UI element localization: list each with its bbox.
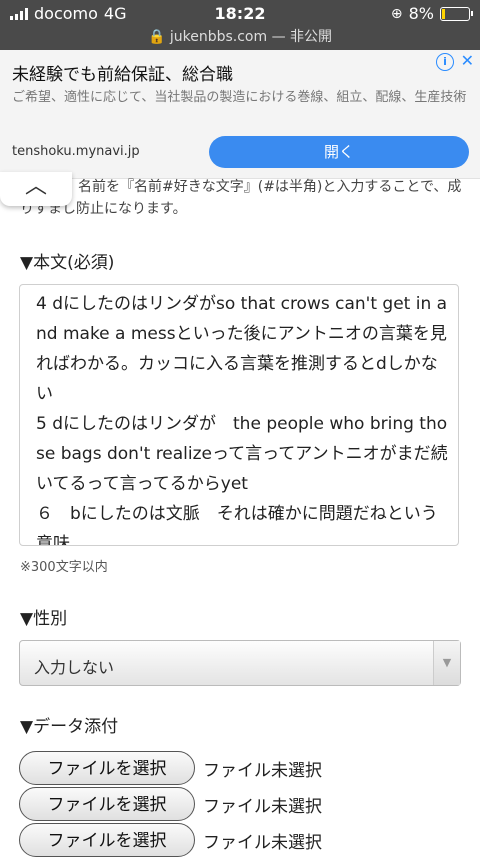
- ad-title[interactable]: 未経験でも前給保証、総合職: [12, 60, 233, 85]
- choose-file-button[interactable]: ファイルを選択: [19, 787, 195, 821]
- status-right: ⊕ 8%: [390, 4, 473, 23]
- ad-banner[interactable]: 未経験でも前給保証、総合職 i ✕ ご希望、適性に応じて、当社製品の製造における…: [0, 50, 480, 179]
- info-icon[interactable]: i: [436, 53, 454, 71]
- file-input[interactable]: ファイルを選択 ファイル未選択: [19, 786, 322, 822]
- chevron-down-icon[interactable]: ▼: [433, 641, 460, 685]
- file-status: ファイル未選択: [203, 760, 322, 781]
- close-icon[interactable]: ✕: [461, 51, 474, 70]
- status-bar: docomo 4G 18:22 ⊕ 8% 🔒 jukenbbs.com — 非公…: [0, 0, 480, 50]
- file-input[interactable]: ファイルを選択 ファイル未選択: [19, 822, 322, 858]
- orientation-lock-icon: ⊕: [390, 5, 403, 22]
- file-status: ファイル未選択: [203, 832, 322, 853]
- char-limit-note: ※300文字以内: [20, 560, 108, 575]
- name-hint: 名前を『名前#好きな文字』(#は半角)と入力することで、成: [78, 179, 462, 195]
- ad-domain: tenshoku.mynavi.jp: [12, 144, 140, 159]
- choose-file-button[interactable]: ファイルを選択: [19, 823, 195, 857]
- attach-label: ▼データ添付: [20, 717, 119, 737]
- body-text[interactable]: 4 dにしたのはリンダがso that crows can't get in a…: [36, 289, 450, 545]
- gender-select-value[interactable]: 入力しない: [34, 654, 114, 678]
- ad-description: ご希望、適性に応じて、当社製品の製造における巻線、組立、配線、生産技術: [12, 90, 467, 105]
- body-label: ▼本文(必須): [20, 253, 115, 273]
- body-textarea[interactable]: 4 dにしたのはリンダがso that crows can't get in a…: [19, 284, 459, 546]
- chevron-up-icon[interactable]: ︿: [0, 172, 72, 206]
- battery-percent: 8%: [408, 4, 434, 23]
- file-status: ファイル未選択: [203, 796, 322, 817]
- address-bar[interactable]: 🔒 jukenbbs.com — 非公開: [0, 26, 480, 46]
- choose-file-button[interactable]: ファイルを選択: [19, 751, 195, 785]
- gender-label: ▼性別: [20, 609, 68, 629]
- gender-select[interactable]: 入力しない ▼: [19, 640, 461, 686]
- ad-open-button[interactable]: 開く: [209, 136, 469, 168]
- battery-icon: [440, 6, 473, 21]
- file-input[interactable]: ファイルを選択 ファイル未選択: [19, 750, 322, 786]
